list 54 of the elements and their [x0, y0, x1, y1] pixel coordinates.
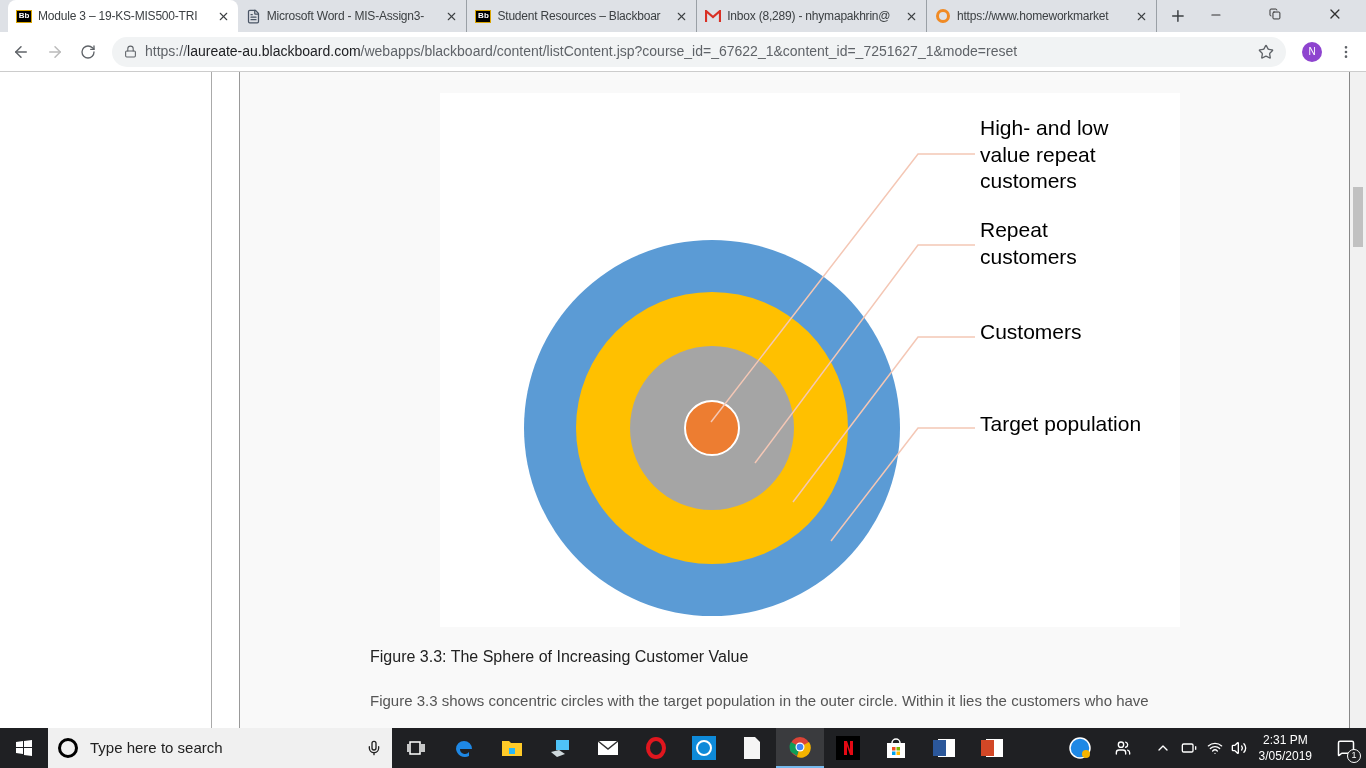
scrollbar[interactable] — [1350, 72, 1366, 728]
restore-icon[interactable] — [1269, 8, 1282, 20]
mail-icon — [705, 10, 722, 22]
shopping-bag-icon — [885, 737, 907, 759]
ring-label: Customers — [980, 319, 1082, 345]
clock[interactable]: 2:31 PM 3/05/2019 — [1258, 732, 1312, 764]
bookmark-icon[interactable] — [1258, 43, 1274, 60]
notification-button[interactable]: 1 — [1326, 728, 1366, 768]
figure-caption: Figure 3.3: The Sphere of Increasing Customer Value — [370, 647, 750, 667]
taskbar-app[interactable] — [776, 728, 824, 768]
envelope-icon — [597, 740, 619, 756]
ring-label: Target population — [980, 411, 1142, 437]
tab-title: Student Resources – Blackboar — [497, 8, 662, 25]
logo-icon: Bb — [16, 9, 32, 23]
search-field[interactable]: Type here to search — [48, 728, 392, 768]
url-text: https://laureate-au.blackboard.com/webapps/blackboard/content/listContent.jsp?course_id=_67622_1&content_id=_7251627_1&mode=reset — [145, 42, 1019, 61]
browser-icon — [789, 736, 811, 758]
presentation-icon — [980, 737, 1004, 759]
browser-tab[interactable]: https://www.homeworkmarket — [926, 0, 1157, 32]
body-paragraph: Figure 3.3 shows concentric circles with the target population in the outer circle. Within it lies the customers who have — [370, 691, 1150, 711]
ring-label: High- and low value repeat customers — [980, 115, 1109, 194]
document-icon — [932, 737, 956, 759]
wifi-icon[interactable] — [1206, 740, 1223, 756]
people-icon[interactable] — [1114, 740, 1131, 756]
folder-icon — [501, 739, 523, 757]
reload-icon[interactable] — [80, 43, 96, 60]
streaming-icon — [836, 736, 860, 760]
avatar[interactable]: N — [1302, 41, 1322, 62]
ring-icon — [645, 737, 667, 759]
logo-icon: Bb — [475, 9, 492, 23]
notification-icon — [1337, 739, 1355, 757]
browser-tab[interactable]: Bb Student Resources – Blackboar — [467, 0, 698, 32]
microphone-icon[interactable] — [366, 740, 382, 756]
browser-tab[interactable]: Microsoft Word - MIS-Assign3- — [237, 0, 468, 32]
chat-icon — [692, 736, 716, 760]
tab-title: Microsoft Word - MIS-Assign3- — [266, 8, 426, 25]
tab-title: https://www.homeworkmarket — [956, 8, 1110, 25]
computer-icon — [549, 738, 571, 758]
cortana-icon — [58, 738, 78, 758]
ring-icon — [934, 8, 951, 24]
browser-tab[interactable]: Bb Module 3 – 19-KS-MIS500-TRI — [8, 0, 238, 32]
address-bar[interactable]: https://laureate-au.blackboard.com/webapps/blackboard/content/listContent.jsp?course_id=_67622_1&content_id=_7251627_1&mode=reset — [112, 36, 1286, 67]
lock-icon — [124, 45, 137, 58]
volume-icon[interactable] — [1230, 740, 1247, 756]
document-icon — [245, 8, 261, 24]
browser-tab[interactable]: Inbox (8,289) - nhymapakhrin@ — [697, 0, 927, 32]
notification-badge: 1 — [1347, 749, 1361, 763]
tab-title: Inbox (8,289) - nhymapakhrin@ — [727, 8, 892, 25]
ring-label: Repeat customers — [980, 217, 1077, 270]
battery-icon[interactable] — [1180, 740, 1197, 756]
help-icon[interactable] — [1068, 737, 1091, 759]
file-icon — [744, 737, 760, 759]
windows-icon[interactable] — [16, 740, 32, 756]
tab-title: Module 3 – 19-KS-MIS500-TRI — [38, 8, 199, 25]
